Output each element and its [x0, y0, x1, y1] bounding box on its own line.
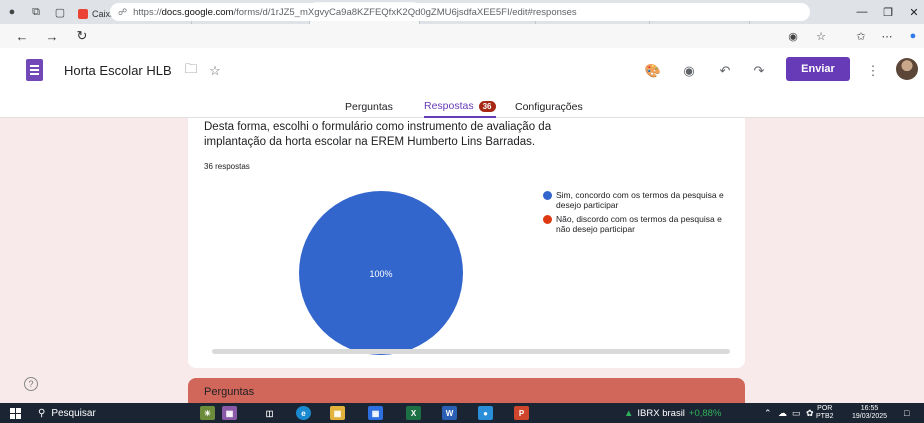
stock-change: +0,88% [688, 407, 722, 419]
favorites-bar-icon[interactable]: ✩ [850, 24, 872, 48]
back-arrow-icon[interactable]: ← [10, 24, 34, 48]
tab-responses-label: Respostas [424, 100, 474, 112]
reader-icon[interactable]: ◉ [782, 24, 804, 48]
pie-chart: 100% [299, 191, 463, 355]
word-icon[interactable]: W [442, 406, 457, 420]
more-options-icon[interactable]: ⋯ [876, 24, 898, 48]
site-info-icon[interactable]: ☍ [118, 7, 127, 18]
gmail-icon [78, 9, 88, 19]
minimize-icon[interactable]: — [850, 0, 874, 24]
stock-widget[interactable]: ▲ IBRX brasil +0,88% [624, 406, 721, 420]
taskbar: ⚲ Pesquisar ☀ ▦ ◫ e ▦ ▦ X W ● P ▲ IBRX b… [0, 403, 924, 423]
legend-label: Não, discordo com os termos da pesquisa … [556, 214, 722, 234]
task-view-icon[interactable]: ◫ [262, 406, 277, 420]
copilot-icon[interactable]: ● [902, 24, 924, 48]
question-description: Desta forma, escolhi o formulário como i… [204, 121, 552, 148]
section-title: Perguntas [204, 386, 255, 398]
redo-icon[interactable]: ↷ [750, 62, 768, 80]
stock-chart-icon: ▲ [624, 407, 634, 419]
palette-icon[interactable]: 🎨 [644, 62, 662, 80]
forms-logo-icon[interactable] [26, 59, 43, 81]
teams-icon[interactable]: ● [478, 406, 493, 420]
horizontal-scrollbar[interactable] [212, 349, 730, 354]
star-icon[interactable]: ☆ [206, 62, 224, 80]
tab-actions-icon[interactable]: ▢ [48, 0, 72, 24]
url-domain: docs.google.com [161, 6, 234, 18]
url-prefix: https:// [133, 6, 162, 18]
help-icon[interactable]: ? [24, 377, 38, 391]
folder-icon[interactable]: 🗀 [182, 61, 200, 80]
close-window-icon[interactable]: ✕ [902, 0, 924, 24]
send-button[interactable]: Enviar [786, 57, 850, 81]
show-hidden-icons[interactable]: ⌃ [764, 406, 772, 420]
collections-icon[interactable]: ⧉ [24, 0, 48, 24]
stock-name: IBRX brasil [637, 407, 685, 419]
pie-data-label: 100% [369, 269, 392, 279]
preview-eye-icon[interactable]: ◉ [680, 62, 698, 80]
windows-start-icon[interactable] [10, 408, 21, 419]
legend-item[interactable]: Sim, concordo com os termos da pesquisa … [543, 190, 733, 210]
restore-icon[interactable]: ❐ [876, 0, 900, 24]
store-icon[interactable]: ▦ [368, 406, 383, 420]
form-title[interactable]: Horta Escolar HLB [64, 63, 172, 78]
file-explorer-icon[interactable]: ▦ [330, 406, 345, 420]
clock-time: 16:55 [860, 405, 879, 412]
chart-legend: Sim, concordo com os termos da pesquisa … [543, 190, 733, 238]
favorite-star-icon[interactable]: ☆ [810, 24, 832, 48]
avatar[interactable] [896, 58, 918, 80]
forward-arrow-icon[interactable]: → [40, 24, 64, 48]
response-summary-card: Desta forma, escolhi o formulário como i… [188, 118, 745, 368]
language-bottom: PTB2 [816, 413, 834, 420]
wifi-icon[interactable]: ✿ [806, 406, 814, 420]
battery-icon[interactable]: ▭ [792, 406, 801, 420]
response-count: 36 respostas [204, 162, 250, 171]
clock[interactable]: 16:55 19/03/2025 [852, 405, 887, 421]
language-indicator[interactable]: POR PTB2 [816, 405, 834, 421]
profile-icon[interactable]: ● [0, 0, 24, 24]
powerpoint-icon[interactable]: P [514, 406, 529, 420]
taskbar-search[interactable]: ⚲ Pesquisar [38, 406, 96, 420]
clock-date: 19/03/2025 [852, 413, 888, 420]
url-input[interactable]: ☍ https://docs.google.com/forms/d/1rJZ5_… [110, 3, 810, 21]
excel-icon[interactable]: X [406, 406, 421, 420]
section-header: Perguntas [188, 378, 745, 403]
legend-swatch [543, 191, 552, 200]
taskbar-search-label: Pesquisar [51, 407, 96, 419]
cloud-icon[interactable]: ☁ [778, 406, 787, 420]
photos-icon[interactable]: ▦ [222, 406, 237, 420]
language-top: POR [817, 405, 833, 412]
widgets-icon[interactable]: ☀ [200, 406, 215, 420]
kebab-menu-icon[interactable]: ⋮ [864, 62, 882, 80]
tab-settings[interactable]: Configurações [515, 96, 583, 118]
legend-item[interactable]: Não, discordo com os termos da pesquisa … [543, 214, 733, 234]
notifications-icon[interactable]: □ [904, 406, 909, 420]
reload-icon[interactable]: ↻ [70, 24, 94, 48]
tab-responses[interactable]: Respostas 36 [424, 96, 496, 118]
edge-icon[interactable]: e [296, 406, 311, 420]
legend-label: Sim, concordo com os termos da pesquisa … [556, 190, 724, 210]
url-path: /forms/d/1rJZ5_mXgvyCa9a8KZFEQfxK2Qd0gZM… [233, 6, 577, 18]
undo-icon[interactable]: ↶ [716, 62, 734, 80]
search-icon: ⚲ [38, 407, 46, 419]
legend-swatch [543, 215, 552, 224]
tab-questions[interactable]: Perguntas [345, 96, 393, 118]
responses-count-badge: 36 [478, 100, 496, 112]
